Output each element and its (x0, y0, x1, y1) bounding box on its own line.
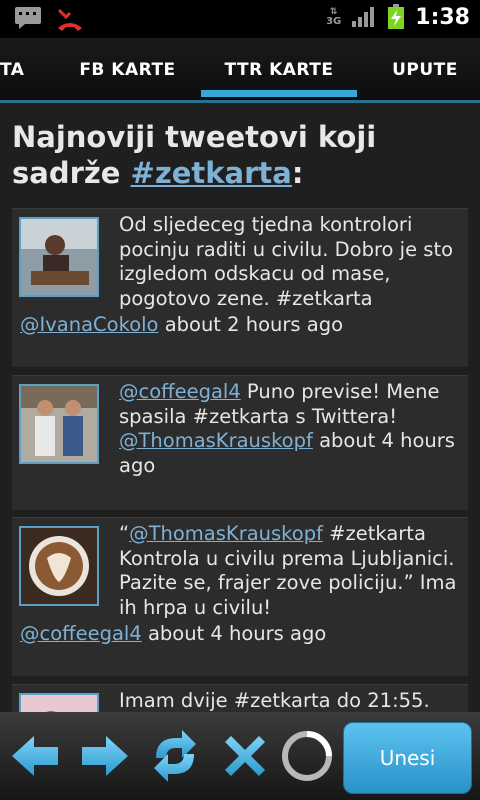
loading-spinner-icon (282, 731, 332, 781)
tweet-time: about 2 hours ago (164, 313, 344, 336)
author-link[interactable]: @IvanaCokolo (20, 313, 158, 336)
refresh-icon[interactable] (148, 728, 202, 784)
active-tab-indicator (201, 90, 357, 97)
mention-link[interactable]: @coffeegal4 (119, 380, 241, 403)
avatar[interactable] (19, 384, 99, 464)
author-link[interactable]: @coffeegal4 (20, 622, 142, 645)
tweet-text: “@ThomasKrauskopf #zetkarta Kontrola u c… (119, 522, 457, 619)
tab-partial[interactable]: TA (0, 38, 24, 100)
status-bar: ⇅ 3G 1:38 (0, 0, 480, 38)
tab-upute[interactable]: UPUTE (370, 38, 480, 100)
tweet-text: @coffeegal4 Puno previse! Mene spasila #… (119, 380, 455, 477)
message-notification-icon (15, 7, 41, 29)
tweet-text: Imam dvije #zetkarta do 21:55. (119, 689, 430, 712)
missed-call-icon (57, 8, 82, 31)
battery-charging-icon (388, 4, 405, 29)
hashtag-link[interactable]: #zetkarta (131, 156, 292, 190)
network-type: ⇅ 3G (326, 7, 342, 27)
tweet-item[interactable]: Od sljedeceg tjedna kontrolori pocinju r… (12, 208, 468, 367)
tweet-meta: @coffeegal4 about 4 hours ago (20, 622, 326, 647)
avatar[interactable] (19, 526, 99, 606)
author-link[interactable]: @ThomasKrauskopf (119, 429, 313, 452)
submit-button[interactable]: Unesi (343, 722, 472, 794)
tweet-text: Od sljedeceg tjedna kontrolori pocinju r… (119, 213, 454, 310)
close-icon[interactable] (225, 736, 265, 776)
signal-strength-icon (352, 7, 375, 27)
tweet-item[interactable]: @coffeegal4 Puno previse! Mene spasila #… (12, 375, 468, 510)
tweet-meta: @IvanaCokolo about 2 hours ago (20, 313, 343, 338)
back-arrow-icon[interactable] (10, 734, 60, 778)
avatar[interactable] (19, 217, 99, 297)
mention-link[interactable]: @ThomasKrauskopf (129, 522, 323, 545)
page-title: Najnoviji tweetovi koji sadrže #zetkarta… (12, 120, 377, 190)
tweet-time: about 4 hours ago (147, 622, 327, 645)
tab-fb-karte[interactable]: FB KARTE (55, 38, 200, 100)
tweet-item[interactable]: “@ThomasKrauskopf #zetkarta Kontrola u c… (12, 517, 468, 676)
clock: 1:38 (415, 4, 470, 30)
forward-arrow-icon[interactable] (80, 734, 130, 778)
